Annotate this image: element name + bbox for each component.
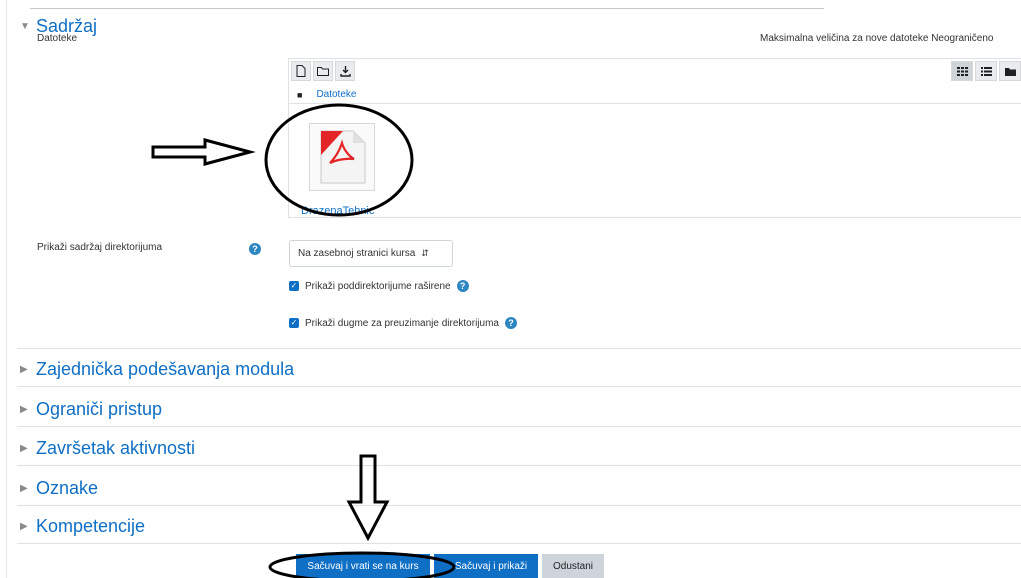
files-label: Datoteke — [37, 33, 78, 44]
section-title: Završetak aktivnosti — [36, 438, 196, 458]
section-title: Ograniči pristup — [36, 399, 163, 419]
chevron-right-icon: ▶ — [20, 443, 28, 454]
save-display-button[interactable]: Sačuvaj i prikaži — [434, 554, 538, 578]
add-file-icon[interactable] — [291, 61, 311, 81]
section-divider — [17, 348, 1021, 349]
help-icon[interactable]: ? — [249, 243, 261, 255]
file-tile[interactable] — [309, 123, 375, 191]
chevron-right-icon: ▶ — [20, 521, 28, 532]
display-select-value: Na zasebnoj stranici kursa — [298, 248, 416, 259]
display-label: Prikaži sadržaj direktorijuma — [37, 242, 163, 253]
tree-view-icon[interactable] — [999, 61, 1021, 81]
chevron-right-icon: ▶ — [20, 404, 28, 415]
top-divider — [30, 8, 824, 9]
expand-subfolders-label: Prikaži poddirektorijume raširene — [305, 280, 451, 292]
breadcrumb-files-link[interactable]: Datoteke — [316, 89, 356, 100]
section-title: Kompetencije — [36, 516, 146, 536]
pdf-icon — [320, 130, 366, 184]
list-view-icon[interactable] — [975, 61, 997, 81]
left-edge — [6, 0, 7, 578]
section-common-settings[interactable]: ▶ Zajednička podešavanja modula — [20, 359, 294, 380]
save-return-button[interactable]: Sačuvaj i vrati se na kurs — [296, 554, 430, 578]
section-divider — [17, 426, 1021, 427]
view-switcher — [951, 61, 1021, 81]
file-manager: ■ Datoteke DrazenaTehnic — [288, 58, 1021, 218]
show-download-row: ✓ Prikaži dugme za preuzimanje direktori… — [289, 317, 517, 329]
cancel-button[interactable]: Odustani — [542, 554, 604, 578]
icon-view-icon[interactable] — [951, 61, 973, 81]
expand-subfolders-checkbox[interactable]: ✓ — [289, 281, 299, 291]
section-completion[interactable]: ▶ Završetak aktivnosti — [20, 438, 195, 459]
download-all-icon[interactable] — [335, 61, 355, 81]
section-tags[interactable]: ▶ Oznake — [20, 478, 98, 499]
display-select[interactable]: Na zasebnoj stranici kursa ⇵ — [289, 240, 453, 267]
chevron-right-icon: ▶ — [20, 483, 28, 494]
file-manager-divider — [289, 103, 1021, 104]
chevron-right-icon: ▶ — [20, 364, 28, 375]
help-icon[interactable]: ? — [456, 280, 469, 292]
max-size-text: Maksimalna veličina za nove datoteke Neo… — [760, 33, 994, 44]
breadcrumb: ■ Datoteke — [297, 89, 356, 100]
right-arrow-annotation — [151, 138, 256, 166]
section-title: Zajednička podešavanja modula — [36, 359, 295, 379]
section-divider — [17, 465, 1021, 466]
expand-subfolders-row: ✓ Prikaži poddirektorijume raširene ? — [289, 280, 469, 292]
section-competencies[interactable]: ▶ Kompetencije — [20, 516, 145, 537]
show-download-label: Prikaži dugme za preuzimanje direktoriju… — [305, 317, 499, 329]
form-actions: Sačuvaj i vrati se na kurs Sačuvaj i pri… — [296, 554, 604, 578]
create-folder-icon[interactable] — [313, 61, 333, 81]
file-name-link[interactable]: DrazenaTehnic — [301, 205, 374, 217]
sort-caret-icon: ⇵ — [421, 248, 429, 258]
folder-icon: ■ — [297, 89, 303, 100]
section-divider — [17, 386, 1021, 387]
section-restrict-access[interactable]: ▶ Ograniči pristup — [20, 399, 162, 420]
down-arrow-annotation — [346, 454, 390, 542]
chevron-down-icon: ▼ — [20, 21, 30, 32]
file-manager-toolbar — [291, 61, 355, 83]
help-icon[interactable]: ? — [504, 317, 517, 329]
section-divider — [17, 543, 1021, 544]
section-title: Oznake — [36, 478, 99, 498]
section-divider — [17, 505, 1021, 506]
show-download-checkbox[interactable]: ✓ — [289, 318, 299, 328]
